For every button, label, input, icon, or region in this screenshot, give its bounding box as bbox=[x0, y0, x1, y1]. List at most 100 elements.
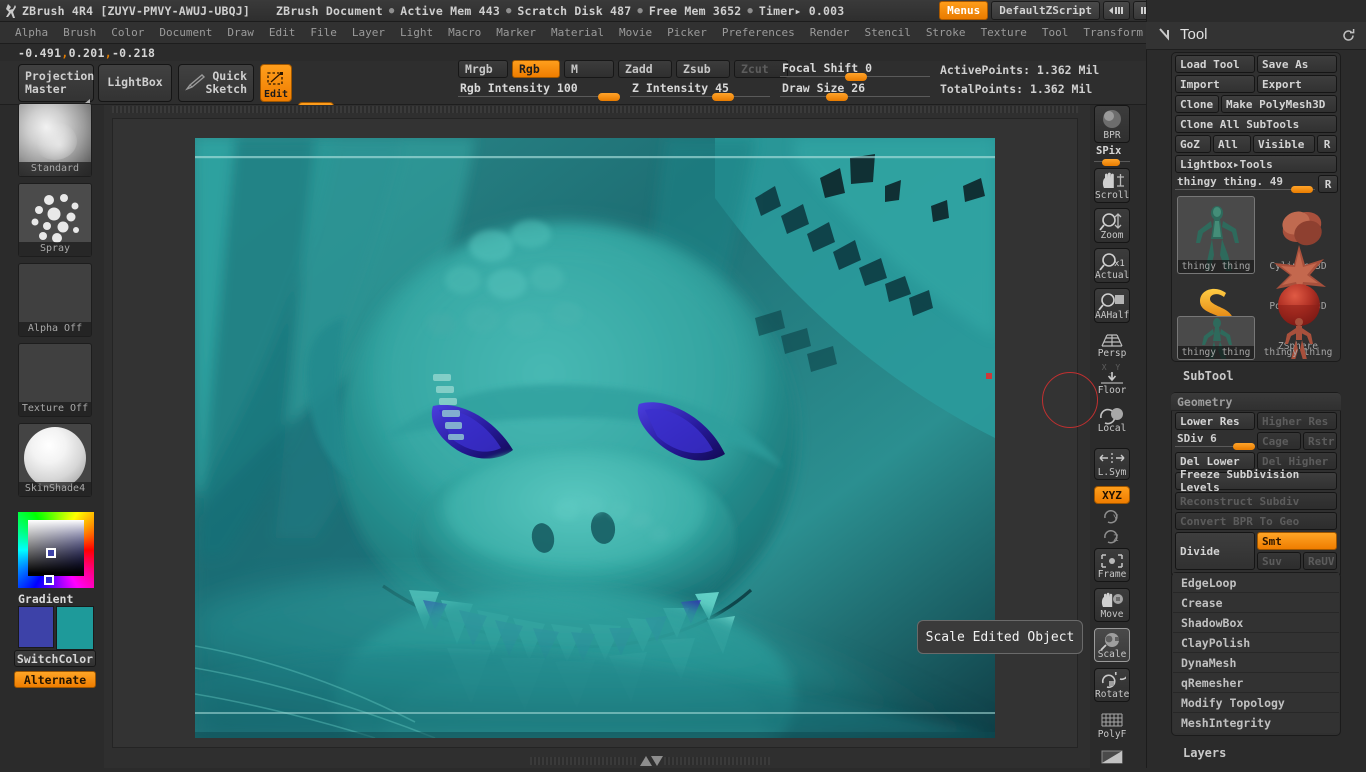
bpr-button[interactable]: BPR bbox=[1094, 105, 1130, 143]
row-meshintegrity[interactable]: MeshIntegrity bbox=[1173, 713, 1339, 733]
row-dynamesh[interactable]: DynaMesh bbox=[1173, 653, 1339, 673]
visible-button[interactable]: Visible bbox=[1253, 135, 1315, 153]
smt-button[interactable]: Smt bbox=[1257, 532, 1337, 550]
menu-item-light[interactable]: Light bbox=[393, 24, 440, 41]
persp-button[interactable]: Persp bbox=[1094, 328, 1130, 361]
cage-button[interactable]: Cage bbox=[1257, 432, 1301, 450]
row-claypolish[interactable]: ClayPolish bbox=[1173, 633, 1339, 653]
menu-item-color[interactable]: Color bbox=[104, 24, 151, 41]
scale-gizmo-button[interactable]: Scale bbox=[1094, 628, 1130, 662]
tool-r-button[interactable]: R bbox=[1318, 175, 1338, 193]
zsub-button[interactable]: Zsub bbox=[676, 60, 730, 78]
spix-slider[interactable]: SPix bbox=[1094, 145, 1130, 167]
menu-item-macro[interactable]: Macro bbox=[441, 24, 488, 41]
freeze-subdivision-button[interactable]: Freeze SubDivision Levels bbox=[1175, 468, 1337, 494]
rgb-intensity-knob[interactable] bbox=[598, 93, 620, 101]
menu-item-movie[interactable]: Movie bbox=[612, 24, 659, 41]
menu-item-brush[interactable]: Brush bbox=[56, 24, 103, 41]
reuv-button[interactable]: ReUV bbox=[1303, 552, 1337, 570]
xyz-symmetry-button[interactable]: XYZ bbox=[1094, 486, 1130, 504]
canvas-scroll-right[interactable] bbox=[664, 757, 770, 765]
menu-item-stroke[interactable]: Stroke bbox=[919, 24, 973, 41]
switch-color-button[interactable]: SwitchColor bbox=[14, 650, 96, 667]
tool-thumb-thingy-1[interactable]: thingy thing bbox=[1177, 196, 1255, 274]
texture-swatch[interactable]: Texture Off bbox=[18, 343, 92, 417]
visible-r-button[interactable]: R bbox=[1317, 135, 1337, 153]
suv-button[interactable]: Suv bbox=[1257, 552, 1301, 570]
rotate-y-button[interactable]: Y bbox=[1094, 506, 1130, 526]
menus-button[interactable]: Menus bbox=[939, 1, 989, 20]
lsym-button[interactable]: L.Sym bbox=[1094, 448, 1130, 480]
tool-thumb-thingy-2[interactable]: thingy thing bbox=[1177, 316, 1255, 360]
row-modify-topology[interactable]: Modify Topology bbox=[1173, 693, 1339, 713]
mrgb-button[interactable]: Mrgb bbox=[458, 60, 508, 78]
alpha-swatch[interactable]: Alpha Off bbox=[18, 263, 92, 337]
menu-item-document[interactable]: Document bbox=[152, 24, 219, 41]
menu-item-alpha[interactable]: Alpha bbox=[8, 24, 55, 41]
menu-item-texture[interactable]: Texture bbox=[974, 24, 1034, 41]
row-edgeloop[interactable]: EdgeLoop bbox=[1173, 573, 1339, 593]
row-shadowbox[interactable]: ShadowBox bbox=[1173, 613, 1339, 633]
panel-collapse-icon[interactable] bbox=[1156, 26, 1174, 48]
row-crease[interactable]: Crease bbox=[1173, 593, 1339, 613]
menu-item-stencil[interactable]: Stencil bbox=[857, 24, 917, 41]
menu-item-marker[interactable]: Marker bbox=[489, 24, 543, 41]
menu-item-draw[interactable]: Draw bbox=[220, 24, 261, 41]
zoom-button[interactable]: Zoom bbox=[1094, 208, 1130, 243]
edit-button[interactable]: Edit bbox=[260, 64, 292, 102]
polyframe-button[interactable]: PolyF bbox=[1094, 708, 1130, 742]
zscript-button[interactable]: DefaultZScript bbox=[991, 1, 1100, 20]
menu-item-tool[interactable]: Tool bbox=[1035, 24, 1076, 41]
tool-thumb-thingy-rig[interactable]: thingy thing rig bbox=[1259, 316, 1337, 360]
rstr-button[interactable]: Rstr bbox=[1303, 432, 1337, 450]
menu-item-layer[interactable]: Layer bbox=[345, 24, 392, 41]
menu-item-render[interactable]: Render bbox=[803, 24, 857, 41]
rgb-button[interactable]: Rgb bbox=[512, 60, 560, 78]
rotate-z-button[interactable]: Z bbox=[1094, 526, 1130, 546]
color-picker-square[interactable] bbox=[28, 520, 84, 576]
secondary-color-swatch[interactable] bbox=[56, 606, 94, 650]
menu-item-material[interactable]: Material bbox=[544, 24, 611, 41]
menu-item-transform[interactable]: Transform bbox=[1076, 24, 1150, 41]
floor-button[interactable]: X Y Z Floor bbox=[1094, 362, 1130, 398]
local-button[interactable]: Local bbox=[1094, 402, 1130, 436]
goz-button[interactable]: GoZ bbox=[1175, 135, 1211, 153]
aahalf-button[interactable]: AAHalf bbox=[1094, 288, 1130, 323]
frame-button[interactable]: Frame bbox=[1094, 548, 1130, 582]
stroke-swatch[interactable]: Spray bbox=[18, 183, 92, 257]
sdiv-knob[interactable] bbox=[1233, 443, 1255, 450]
z-intensity-slider[interactable]: Z Intensity 45 bbox=[630, 81, 770, 101]
menu-item-picker[interactable]: Picker bbox=[660, 24, 714, 41]
alternate-button[interactable]: Alternate bbox=[14, 671, 96, 688]
save-as-button[interactable]: Save As bbox=[1257, 55, 1337, 73]
rgb-intensity-slider[interactable]: Rgb Intensity 100 bbox=[458, 81, 620, 101]
brush-swatch[interactable]: Standard bbox=[18, 103, 92, 177]
model-viewport[interactable] bbox=[195, 138, 995, 738]
higher-res-button[interactable]: Higher Res bbox=[1257, 412, 1337, 430]
clone-all-subtools-button[interactable]: Clone All SubTools bbox=[1175, 115, 1337, 133]
menu-item-file[interactable]: File bbox=[303, 24, 344, 41]
menu-item-edit[interactable]: Edit bbox=[262, 24, 303, 41]
spix-knob[interactable] bbox=[1102, 159, 1120, 166]
color-picker-cursor[interactable] bbox=[46, 548, 56, 558]
refresh-icon[interactable] bbox=[1341, 28, 1356, 47]
move-gizmo-button[interactable]: Move bbox=[1094, 588, 1130, 622]
geometry-section-header[interactable]: Geometry bbox=[1171, 393, 1341, 411]
subtool-section-title[interactable]: SubTool bbox=[1171, 369, 1341, 385]
convert-bpr-to-geo-button[interactable]: Convert BPR To Geo bbox=[1175, 512, 1337, 530]
rotate-gizmo-button[interactable]: Rotate bbox=[1094, 668, 1130, 702]
all-button[interactable]: All bbox=[1213, 135, 1251, 153]
prev-script-icon[interactable] bbox=[1103, 1, 1130, 20]
main-color-swatch[interactable] bbox=[18, 606, 54, 648]
actual-button[interactable]: x1 Actual bbox=[1094, 248, 1130, 283]
layers-section-title[interactable]: Layers bbox=[1171, 746, 1341, 762]
reconstruct-subdiv-button[interactable]: Reconstruct Subdiv bbox=[1175, 492, 1337, 510]
draw-size-slider[interactable]: Draw Size 26 bbox=[780, 81, 930, 101]
current-tool-slider[interactable]: thingy thing. 49 bbox=[1175, 175, 1315, 193]
clone-button[interactable]: Clone bbox=[1175, 95, 1219, 113]
color-picker[interactable] bbox=[18, 512, 94, 588]
color-picker-secondary-cursor[interactable] bbox=[44, 575, 54, 585]
import-button[interactable]: Import bbox=[1175, 75, 1255, 93]
row-qremesher[interactable]: qRemesher bbox=[1173, 673, 1339, 693]
canvas-updown-arrows-icon[interactable] bbox=[638, 753, 664, 772]
